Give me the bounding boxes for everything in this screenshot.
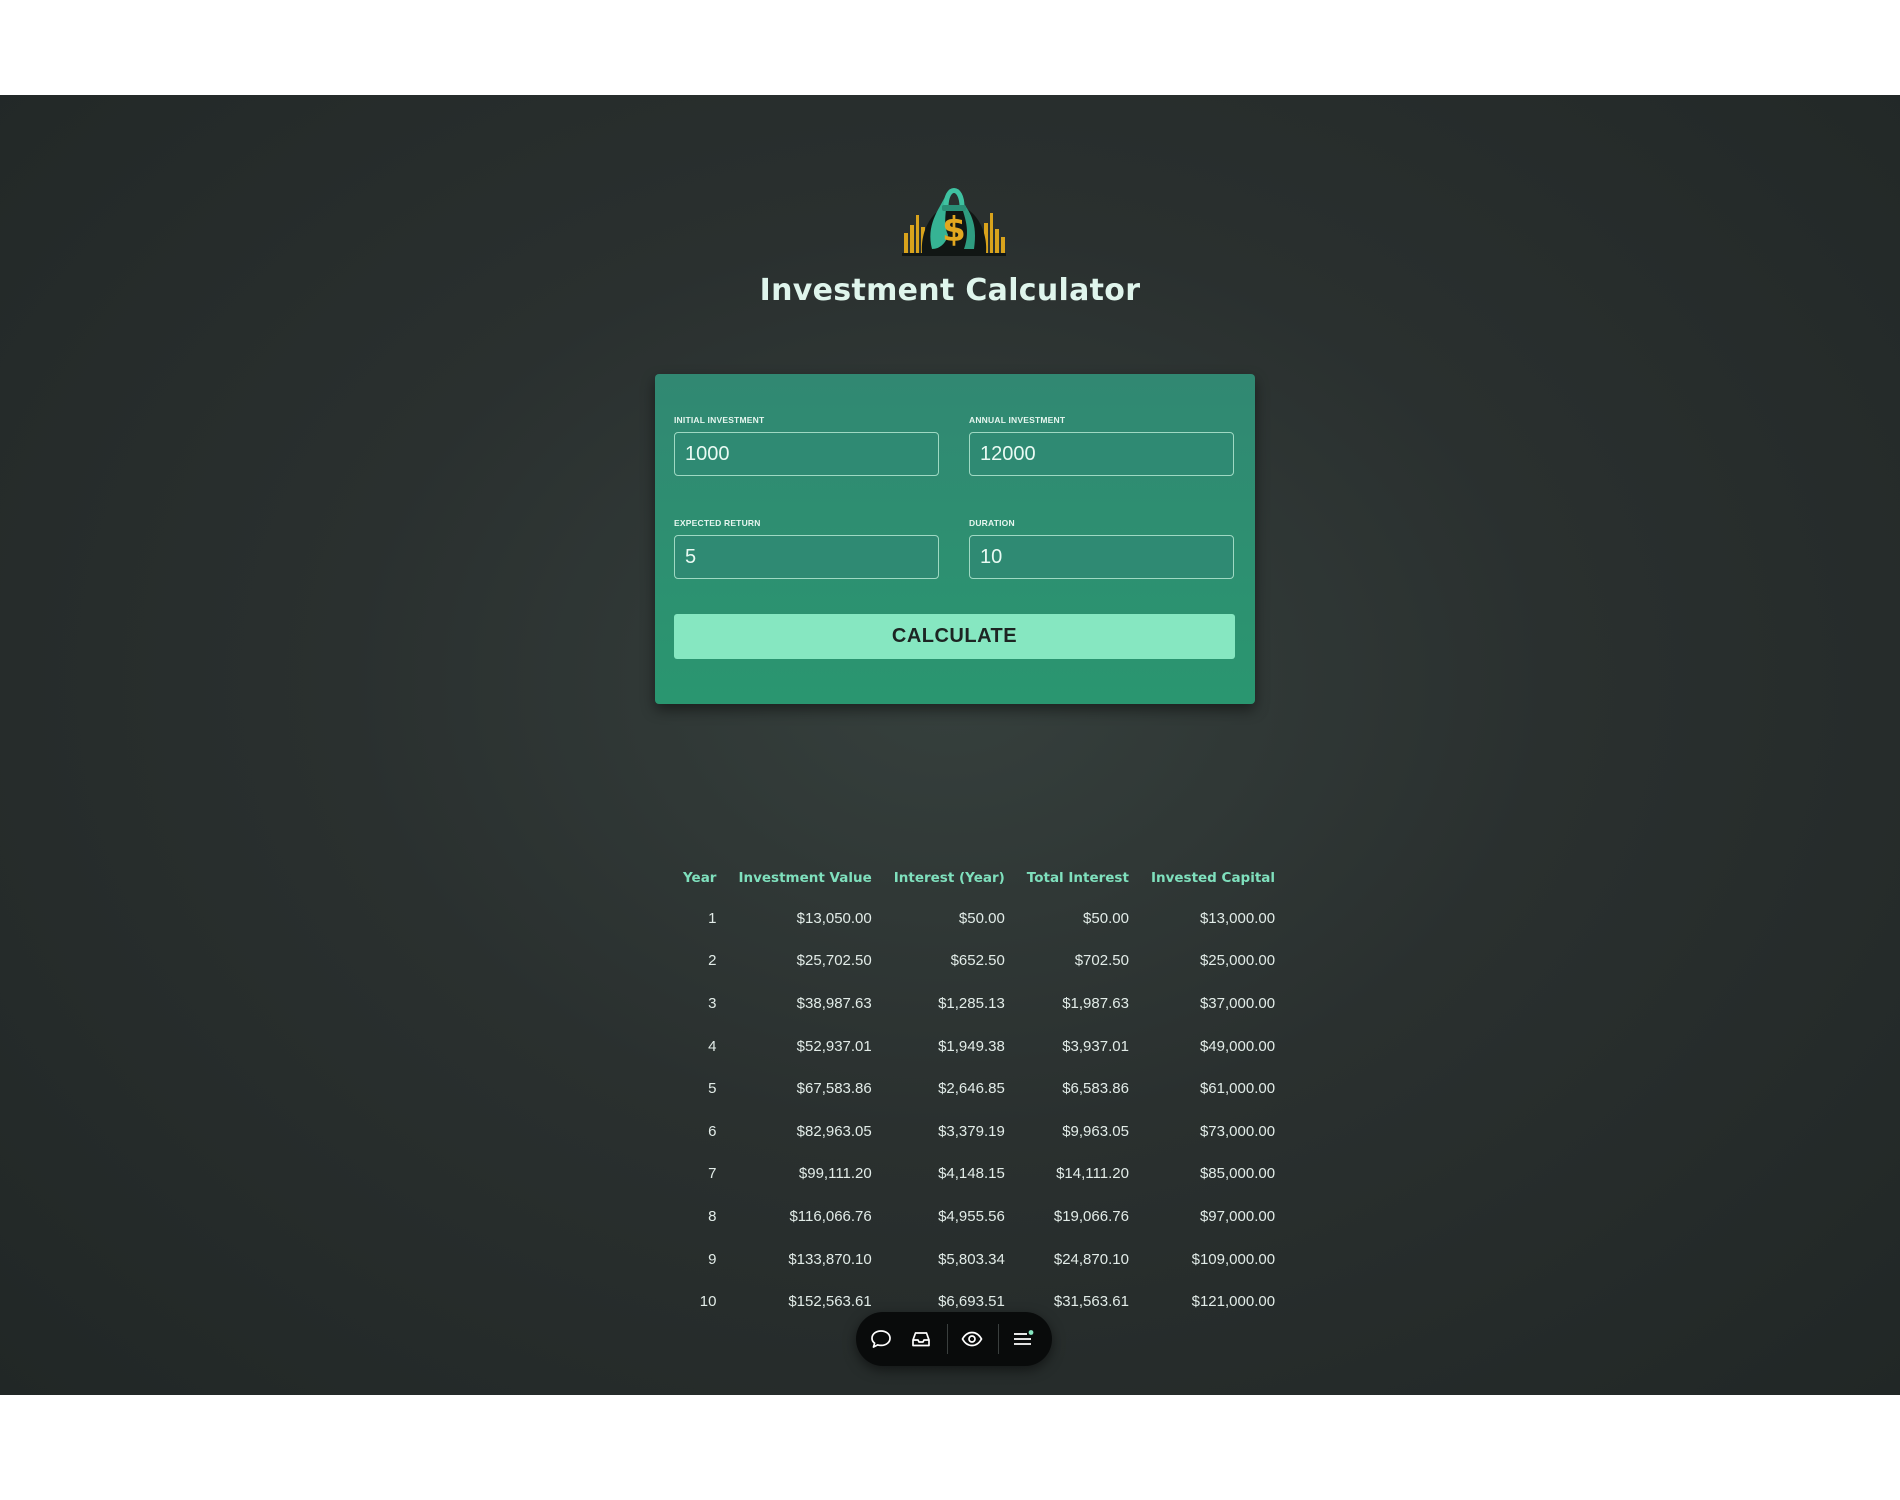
- cell-total-interest: $3,937.01: [1062, 1037, 1129, 1055]
- cell-interest-year: $652.50: [950, 952, 1005, 970]
- cell-total-interest: $1,987.63: [1062, 994, 1129, 1012]
- cell-investment-value: $38,987.63: [796, 994, 872, 1012]
- cell-year: 10: [699, 1293, 717, 1311]
- cell-year: 5: [708, 1080, 717, 1098]
- comment-icon[interactable]: [869, 1327, 893, 1351]
- cell-year: 1: [708, 909, 717, 927]
- cell-invested-capital: $97,000.00: [1199, 1207, 1276, 1225]
- menu-icon[interactable]: [1011, 1327, 1035, 1351]
- cell-invested-capital: $37,000.00: [1199, 994, 1276, 1012]
- toolbar-divider: [947, 1324, 948, 1354]
- cell-year: 3: [708, 994, 717, 1012]
- cell-interest-year: $4,148.15: [938, 1165, 1005, 1183]
- cell-invested-capital: $25,000.00: [1199, 952, 1276, 970]
- cell-year: 4: [708, 1037, 717, 1055]
- cell-interest-year: $3,379.19: [938, 1122, 1005, 1140]
- cell-investment-value: $25,702.50: [796, 952, 872, 970]
- eye-icon[interactable]: [960, 1327, 984, 1351]
- column-header-total-interest: Total Interest: [1026, 870, 1129, 886]
- inbox-icon[interactable]: [909, 1327, 933, 1351]
- cell-investment-value: $82,963.05: [796, 1122, 872, 1140]
- cell-total-interest: $14,111.20: [1056, 1165, 1129, 1183]
- cell-total-interest: $19,066.76: [1053, 1207, 1129, 1225]
- initial-investment-input[interactable]: [674, 432, 939, 476]
- cell-year: 7: [708, 1165, 717, 1183]
- table-row: 9 $133,870.10 $5,803.34 $24,870.10 $109,000.…: [672, 1238, 1286, 1281]
- cell-total-interest: $702.50: [1074, 952, 1129, 970]
- duration-label: DURATION: [969, 518, 1015, 528]
- toolbar-divider: [998, 1324, 999, 1354]
- cell-year: 2: [708, 952, 717, 970]
- annual-investment-input[interactable]: [969, 432, 1234, 476]
- table-row: 1 $13,050.00 $50.00 $50.00 $13,000.00: [672, 889, 1286, 940]
- cell-invested-capital: $85,000.00: [1199, 1165, 1276, 1183]
- duration-input[interactable]: [969, 535, 1234, 579]
- table-row: 5 $67,583.86 $2,646.85 $6,583.86 $61,000.00: [672, 1067, 1286, 1110]
- cell-investment-value: $99,111.20: [798, 1165, 872, 1183]
- table-row: 2 $25,702.50 $652.50 $702.50 $25,000.00: [672, 940, 1286, 983]
- cell-interest-year: $4,955.56: [938, 1207, 1005, 1225]
- cell-investment-value: $13,050.00: [796, 909, 872, 927]
- table-header-row: Year Investment Value Interest (Year) To…: [672, 867, 1286, 889]
- table-row: 8 $116,066.76 $4,955.56 $19,066.76 $97,000.0…: [672, 1195, 1286, 1238]
- table-row: 4 $52,937.01 $1,949.38 $3,937.01 $49,000.00: [672, 1025, 1286, 1068]
- cell-investment-value: $116,066.76: [789, 1207, 872, 1225]
- page-title: Investment Calculator: [759, 273, 1141, 308]
- table-row: 7 $99,111.20 $4,148.15 $14,111.20 $85,000.00: [672, 1153, 1286, 1196]
- cell-interest-year: $50.00: [958, 909, 1005, 927]
- cell-interest-year: $5,803.34: [938, 1250, 1005, 1268]
- cell-year: 6: [708, 1122, 717, 1140]
- cell-interest-year: $2,646.85: [938, 1080, 1005, 1098]
- cell-invested-capital: $109,000.00: [1191, 1250, 1276, 1268]
- table-row: 3 $38,987.63 $1,285.13 $1,987.63 $37,000.00: [672, 982, 1286, 1025]
- table-row: 6 $82,963.05 $3,379.19 $9,963.05 $73,000.00: [672, 1110, 1286, 1153]
- investment-form-card: INITIAL INVESTMENT ANNUAL INVESTMENT EXP…: [655, 374, 1255, 704]
- cell-invested-capital: $61,000.00: [1199, 1080, 1276, 1098]
- cell-invested-capital: $49,000.00: [1199, 1037, 1276, 1055]
- cell-total-interest: $9,963.05: [1062, 1122, 1129, 1140]
- cell-year: 8: [708, 1207, 717, 1225]
- cell-total-interest: $6,583.86: [1062, 1080, 1129, 1098]
- cell-invested-capital: $73,000.00: [1199, 1122, 1276, 1140]
- floating-toolbar: [856, 1312, 1052, 1366]
- cell-investment-value: $152,563.61: [788, 1293, 872, 1311]
- results-table: Year Investment Value Interest (Year) To…: [672, 867, 1286, 1323]
- cell-year: 9: [708, 1250, 717, 1268]
- calculate-button[interactable]: CALCULATE: [674, 614, 1235, 659]
- cell-total-interest: $24,870.10: [1053, 1250, 1129, 1268]
- svg-text:$: $: [942, 210, 966, 250]
- app-background: $ Investment Calculator INITIAL INVESTME…: [0, 95, 1900, 1395]
- expected-return-label: EXPECTED RETURN: [674, 518, 761, 528]
- money-bag-logo: $: [902, 188, 1006, 256]
- cell-investment-value: $133,870.10: [788, 1250, 872, 1268]
- cell-invested-capital: $13,000.00: [1199, 909, 1276, 927]
- annual-investment-label: ANNUAL INVESTMENT: [969, 415, 1066, 425]
- initial-investment-label: INITIAL INVESTMENT: [674, 415, 765, 425]
- cell-total-interest: $50.00: [1083, 909, 1129, 927]
- cell-interest-year: $1,949.38: [938, 1037, 1005, 1055]
- column-header-investment-value: Investment Value: [738, 870, 872, 886]
- expected-return-input[interactable]: [674, 535, 939, 579]
- column-header-invested-capital: Invested Capital: [1150, 870, 1276, 886]
- cell-interest-year: $1,285.13: [938, 994, 1005, 1012]
- column-header-interest-year: Interest (Year): [893, 870, 1005, 886]
- cell-investment-value: $67,583.86: [796, 1080, 872, 1098]
- cell-investment-value: $52,937.01: [796, 1037, 872, 1055]
- column-header-year: Year: [683, 870, 717, 886]
- cell-invested-capital: $121,000.00: [1191, 1293, 1276, 1311]
